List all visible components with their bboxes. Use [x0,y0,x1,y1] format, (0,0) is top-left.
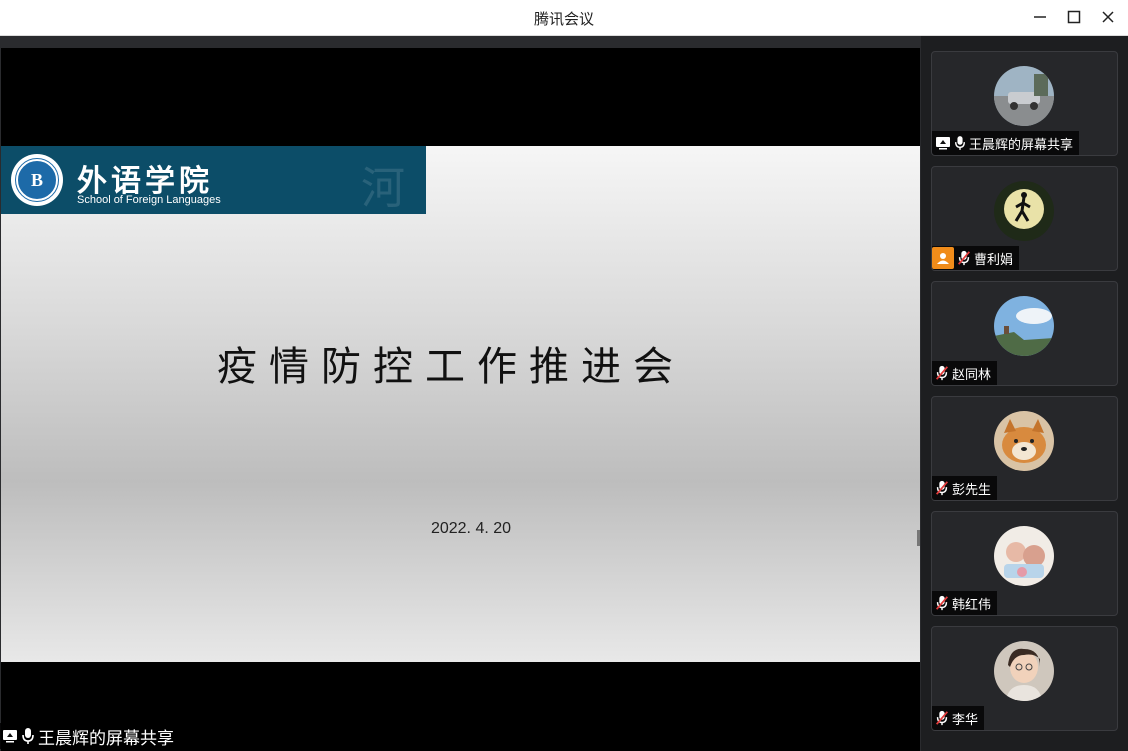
slide-date: 2022. 4. 20 [430,520,512,537]
participant-label: 赵同林 [932,361,998,385]
window-titlebar: 腾讯会议 [0,0,1128,36]
microphone-icon [954,135,966,151]
participant-label: 韩红伟 [932,591,998,615]
participant-tile[interactable]: 赵同林 [931,281,1118,386]
participant-tile[interactable]: 李华 [931,626,1118,731]
screen-share-icon [2,728,18,744]
school-seal-icon: B [11,154,63,206]
maximize-icon[interactable] [1063,6,1085,28]
screen-share-label: 王晨辉的屏幕共享 [0,723,180,749]
microphone-icon [21,727,35,745]
minimize-icon[interactable] [1029,6,1051,28]
logo-watermark: 河 [361,163,405,214]
host-badge-icon [932,247,954,269]
microphone-muted-icon [935,595,949,611]
participant-name: 李华 [952,712,979,728]
presentation-slide: B 外语学院 School of Foreign Languages 河 疫情防… [1,146,921,662]
participant-label: 王晨辉的屏幕共享 [932,131,1080,155]
participant-sidebar: 王晨辉的屏幕共享 曹利娟 赵同林 彭先生 韩红伟 李华 [920,36,1128,751]
school-logo-banner: B 外语学院 School of Foreign Languages 河 [1,146,426,214]
participant-avatar [994,181,1054,241]
participant-avatar [994,641,1054,701]
close-icon[interactable] [1097,6,1119,28]
shared-screen-view[interactable]: B 外语学院 School of Foreign Languages 河 疫情防… [0,36,921,751]
participant-avatar [994,296,1054,356]
participant-name: 赵同林 [952,367,992,383]
participant-tile[interactable]: 王晨辉的屏幕共享 [931,51,1118,156]
participant-name: 曹利娟 [974,252,1014,268]
participant-label: 李华 [932,706,985,730]
microphone-muted-icon [935,480,949,496]
microphone-muted-icon [957,250,971,266]
screen-share-icon [935,135,951,151]
participant-label: 曹利娟 [932,246,1020,270]
participant-avatar [994,66,1054,126]
screen-share-label-text: 王晨辉的屏幕共享 [38,728,174,749]
participant-tile[interactable]: 彭先生 [931,396,1118,501]
participant-label: 彭先生 [932,476,998,500]
participant-name: 彭先生 [952,482,992,498]
window-title: 腾讯会议 [533,10,594,28]
logo-english-text: School of Foreign Languages [77,194,221,206]
participant-tile[interactable]: 曹利娟 [931,166,1118,271]
participant-name: 王晨辉的屏幕共享 [969,137,1074,153]
participant-tile[interactable]: 韩红伟 [931,511,1118,616]
microphone-muted-icon [935,365,949,381]
participant-avatar [994,526,1054,586]
microphone-muted-icon [935,710,949,726]
participant-avatar [994,411,1054,471]
participant-name: 韩红伟 [952,597,992,613]
slide-title: 疫情防控工作推进会 [217,344,685,390]
